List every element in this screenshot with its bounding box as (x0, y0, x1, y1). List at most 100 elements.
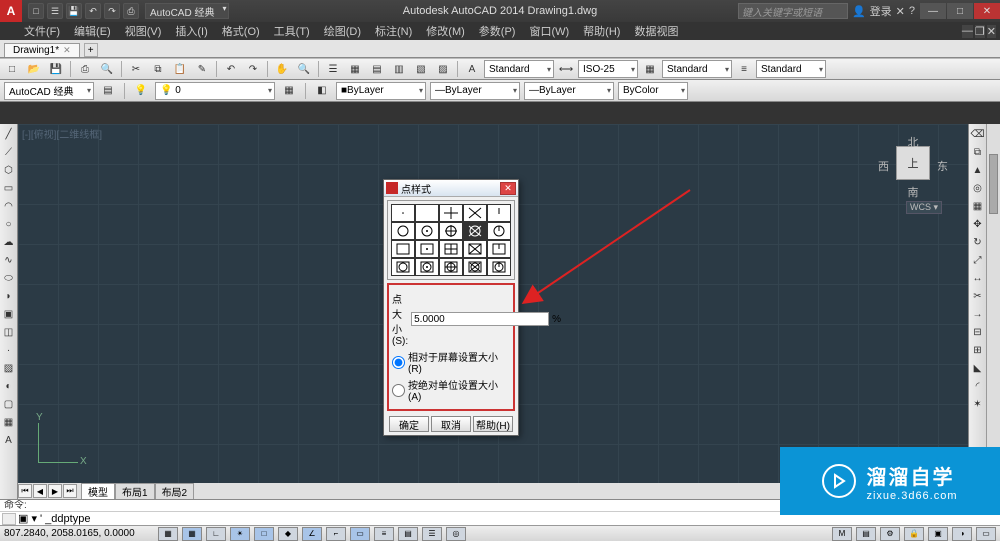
gradient-icon[interactable]: ◐ (1, 378, 17, 394)
point-style-5[interactable] (487, 204, 511, 222)
layer-dropdown[interactable]: 💡 0 (155, 82, 275, 100)
open-icon[interactable]: ☰ (47, 3, 63, 19)
markup-icon[interactable]: ▧ (411, 60, 431, 78)
menu-dataview[interactable]: 数据视图 (634, 23, 678, 39)
menu-tools[interactable]: 工具(T) (274, 23, 310, 39)
open-icon[interactable]: 📂 (24, 60, 44, 78)
tab-layout2[interactable]: 布局2 (155, 483, 195, 500)
match-icon[interactable]: ✎ (192, 60, 212, 78)
tab-next-icon[interactable]: ▶ (48, 484, 62, 498)
wcs-dropdown[interactable]: WCS ▾ (906, 201, 942, 214)
erase-icon[interactable]: ⌫ (970, 126, 986, 142)
fillet-icon[interactable]: ◜ (970, 378, 986, 394)
isolate-icon[interactable]: ◑ (952, 527, 972, 541)
mline-style-icon[interactable]: ≡ (734, 60, 754, 78)
lineweight-dropdown[interactable]: — ByLayer (524, 82, 614, 100)
cut-icon[interactable]: ✂ (126, 60, 146, 78)
point-style-1[interactable] (391, 204, 415, 222)
otrack-toggle[interactable]: ∠ (302, 527, 322, 541)
pan-icon[interactable]: ✋ (272, 60, 292, 78)
menu-help[interactable]: 帮助(H) (583, 23, 620, 39)
osnap-toggle[interactable]: □ (254, 527, 274, 541)
tab-first-icon[interactable]: ⏮ (18, 484, 32, 498)
trim-icon[interactable]: ✂ (970, 288, 986, 304)
point-style-6[interactable] (391, 222, 415, 240)
tab-model[interactable]: 模型 (81, 483, 115, 500)
qp-toggle[interactable]: ☰ (422, 527, 442, 541)
doc-close-button[interactable]: ✕ (987, 25, 996, 38)
command-input[interactable]: ▣ ▾ ' _ddptype (18, 512, 90, 525)
view-cube[interactable]: 北 西 东 上 南 WCS ▾ (878, 134, 948, 214)
workspace-dropdown[interactable]: AutoCAD 经典 (145, 3, 229, 19)
dim-style-icon[interactable]: ⟷ (556, 60, 576, 78)
relative-size-radio[interactable] (392, 356, 405, 369)
linetype-dropdown[interactable]: — ByLayer (430, 82, 520, 100)
clean-screen-icon[interactable]: ▭ (976, 527, 996, 541)
new-icon[interactable]: □ (28, 3, 44, 19)
sheet-set-icon[interactable]: ▥ (389, 60, 409, 78)
tab-layout1[interactable]: 布局1 (115, 483, 155, 500)
point-style-18[interactable] (439, 258, 463, 276)
point-style-4[interactable] (463, 204, 487, 222)
minimize-button[interactable]: — (920, 3, 946, 19)
help-search-input[interactable]: 键入关键字或短语 (738, 3, 848, 19)
dialog-titlebar[interactable]: 点样式 ✕ (384, 180, 518, 197)
maximize-button[interactable]: □ (947, 3, 973, 19)
point-style-2[interactable] (415, 204, 439, 222)
lwt-toggle[interactable]: ≡ (374, 527, 394, 541)
rectangle-icon[interactable]: ▭ (1, 180, 17, 196)
region-icon[interactable]: ▢ (1, 396, 17, 412)
explode-icon[interactable]: ✶ (970, 396, 986, 412)
make-block-icon[interactable]: ◫ (1, 324, 17, 340)
sc-toggle[interactable]: ◎ (446, 527, 466, 541)
extend-icon[interactable]: → (970, 306, 986, 322)
ellipse-arc-icon[interactable]: ◗ (1, 288, 17, 304)
app-logo[interactable]: A (0, 0, 22, 22)
help-icon[interactable]: ? (909, 5, 915, 17)
join-icon[interactable]: ⊞ (970, 342, 986, 358)
point-style-7[interactable] (415, 222, 439, 240)
point-style-16[interactable] (391, 258, 415, 276)
tab-last-icon[interactable]: ⏭ (63, 484, 77, 498)
color-icon[interactable]: ◧ (312, 82, 332, 100)
arc-icon[interactable]: ◠ (1, 198, 17, 214)
tool-palette-icon[interactable]: ▤ (367, 60, 387, 78)
undo-icon[interactable]: ↶ (221, 60, 241, 78)
file-tab[interactable]: Drawing1* ✕ (4, 43, 80, 57)
menu-format[interactable]: 格式(O) (222, 23, 260, 39)
point-style-15[interactable] (487, 240, 511, 258)
copy-icon[interactable]: ⧉ (970, 144, 986, 160)
point-style-12[interactable] (415, 240, 439, 258)
redo-icon[interactable]: ↷ (104, 3, 120, 19)
point-style-20[interactable] (487, 258, 511, 276)
point-style-8[interactable] (439, 222, 463, 240)
point-style-3[interactable] (439, 204, 463, 222)
3dosnap-toggle[interactable]: ◆ (278, 527, 298, 541)
point-size-input[interactable] (411, 312, 549, 326)
layer-state-icon[interactable]: 💡 (131, 82, 151, 100)
table-style-dropdown[interactable]: Standard (662, 60, 732, 78)
close-button[interactable]: ✕ (974, 3, 1000, 19)
doc-minimize-button[interactable]: — (962, 25, 973, 38)
move-icon[interactable]: ✥ (970, 216, 986, 232)
point-icon[interactable]: · (1, 342, 17, 358)
close-tab-icon[interactable]: ✕ (63, 45, 71, 56)
workspace-gear-icon[interactable]: ⚙ (880, 527, 900, 541)
dyn-toggle[interactable]: ▭ (350, 527, 370, 541)
menu-window[interactable]: 窗口(W) (529, 23, 569, 39)
array-icon[interactable]: ▦ (970, 198, 986, 214)
layer-tool-icon[interactable]: ▦ (279, 82, 299, 100)
mtext-icon[interactable]: A (1, 432, 17, 448)
model-button[interactable]: M (832, 527, 852, 541)
spline-icon[interactable]: ∿ (1, 252, 17, 268)
ducs-toggle[interactable]: ⌐ (326, 527, 346, 541)
doc-restore-button[interactable]: ❐ (975, 25, 985, 38)
menu-modify[interactable]: 修改(M) (426, 23, 465, 39)
print-icon[interactable]: ⎙ (123, 3, 139, 19)
tab-prev-icon[interactable]: ◀ (33, 484, 47, 498)
absolute-size-radio[interactable] (392, 384, 405, 397)
point-style-11[interactable] (391, 240, 415, 258)
circle-icon[interactable]: ○ (1, 216, 17, 232)
undo-icon[interactable]: ↶ (85, 3, 101, 19)
user-icon[interactable]: 👤 (852, 5, 866, 18)
